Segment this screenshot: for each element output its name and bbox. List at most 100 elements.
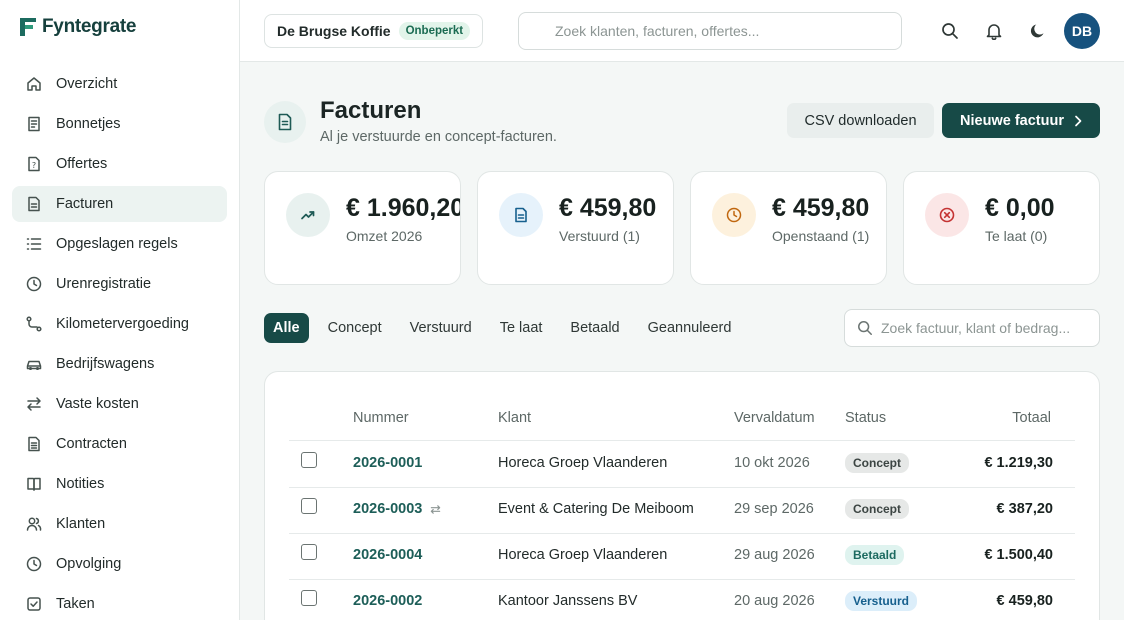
- table-row[interactable]: 2026-0004 Horeca Groep Vlaanderen 29 aug 2…: [265, 533, 1101, 579]
- invoice-total: € 1.500,40: [984, 547, 1053, 563]
- new-invoice-label: Nieuwe factuur: [960, 112, 1064, 129]
- brand-name: Fyntegrate: [42, 16, 137, 37]
- checkbox-icon: [26, 596, 42, 612]
- filter-tab-betaald[interactable]: Betaald: [561, 313, 628, 343]
- sidebar-item-opgeslagen-regels[interactable]: Opgeslagen regels: [12, 226, 227, 262]
- dark-mode-moon-icon[interactable]: [1029, 22, 1047, 40]
- sidebar-item-label: Bonnetjes: [56, 116, 121, 132]
- due-date: 29 aug 2026: [734, 547, 815, 563]
- table-row[interactable]: 2026-0002 Kantoor Janssens BV 20 aug 2026 V…: [265, 579, 1101, 620]
- client-name: Horeca Groep Vlaanderen: [498, 547, 668, 563]
- status-badge: Betaald: [845, 545, 905, 565]
- clock-icon: [26, 276, 42, 292]
- column-header-klant[interactable]: Klant: [498, 410, 531, 426]
- column-header-status[interactable]: Status: [845, 410, 886, 426]
- sidebar-item-notities[interactable]: Notities: [12, 466, 227, 502]
- organization-switcher[interactable]: De Brugse Koffie Onbeperkt: [264, 14, 484, 48]
- stat-caption: Omzet 2026: [346, 228, 423, 244]
- column-header-vervaldatum[interactable]: Vervaldatum: [734, 410, 815, 426]
- due-date: 29 sep 2026: [734, 501, 814, 517]
- row-checkbox[interactable]: [301, 544, 317, 560]
- invoice-number-link[interactable]: 2026-0003: [353, 501, 441, 517]
- invoice-search-input[interactable]: [844, 309, 1100, 347]
- car-icon: [26, 356, 42, 372]
- bell-icon[interactable]: [985, 22, 1003, 40]
- sidebar-item-label: Notities: [56, 476, 105, 492]
- chevron-right-icon: [1075, 115, 1082, 126]
- sidebar-item-urenregistratie[interactable]: Urenregistratie: [12, 266, 227, 302]
- sidebar-item-bedrijfswagens[interactable]: Bedrijfswagens: [12, 346, 227, 382]
- sidebar-item-opvolging[interactable]: Opvolging: [12, 546, 227, 582]
- invoice-table: Nummer Klant Vervaldatum Status Totaal 2…: [264, 371, 1100, 620]
- client-name: Kantoor Janssens BV: [498, 593, 638, 609]
- sidebar-item-label: Vaste kosten: [56, 396, 139, 412]
- filter-tab-verstuurd[interactable]: Verstuurd: [401, 313, 481, 343]
- sidebar: Fyntegrate Overzicht Bonnetjes ? Offertes Fa…: [0, 0, 240, 620]
- invoice-number-link[interactable]: 2026-0004: [353, 547, 422, 563]
- stat-card: € 1.960,20 Omzet 2026: [264, 171, 461, 285]
- stat-card: € 459,80 Openstaand (1): [690, 171, 887, 285]
- new-invoice-button[interactable]: Nieuwe factuur: [942, 103, 1100, 138]
- sidebar-item-taken[interactable]: Taken: [12, 586, 227, 620]
- svg-text:?: ?: [32, 161, 36, 170]
- global-search-input[interactable]: [518, 12, 902, 50]
- invoice-total: € 1.219,30: [984, 455, 1053, 471]
- page-subtitle: Al je verstuurde en concept-facturen.: [320, 129, 557, 145]
- invoice-number: 2026-0004: [353, 547, 423, 563]
- column-header-totaal[interactable]: Totaal: [1012, 410, 1051, 426]
- table-row[interactable]: 2026-0001 Horeca Groep Vlaanderen 10 okt 2…: [265, 441, 1101, 487]
- x-circle-icon: [925, 193, 969, 237]
- trend-up-icon: [286, 193, 330, 237]
- row-checkbox[interactable]: [301, 452, 317, 468]
- sidebar-item-facturen[interactable]: Facturen: [12, 186, 227, 222]
- sidebar-item-label: Contracten: [56, 436, 127, 452]
- swap-icon: [26, 396, 42, 412]
- clock-icon: [26, 556, 42, 572]
- sidebar-item-kilometervergoeding[interactable]: Kilometervergoeding: [12, 306, 227, 342]
- filter-tab-concept[interactable]: Concept: [319, 313, 391, 343]
- brand-logo[interactable]: Fyntegrate: [17, 16, 136, 38]
- filter-tab-te-laat[interactable]: Te laat: [491, 313, 552, 343]
- sidebar-item-bonnetjes[interactable]: Bonnetjes: [12, 106, 227, 142]
- invoice-number: 2026-0003: [353, 501, 423, 517]
- stat-caption: Verstuurd (1): [559, 228, 640, 244]
- receipt-icon: [26, 116, 42, 132]
- list-icon: [26, 236, 42, 252]
- filter-tab-alle[interactable]: Alle: [264, 313, 309, 343]
- topbar: De Brugse Koffie Onbeperkt DB: [240, 0, 1124, 62]
- invoice-total: € 459,80: [996, 593, 1053, 609]
- filter-tab-geannuleerd[interactable]: Geannuleerd: [639, 313, 741, 343]
- sidebar-item-vaste-kosten[interactable]: Vaste kosten: [12, 386, 227, 422]
- sidebar-item-label: Klanten: [56, 516, 106, 532]
- clock-icon: [712, 193, 756, 237]
- table-row[interactable]: 2026-0003 Event & Catering De Meiboom 29 s…: [265, 487, 1101, 533]
- sidebar-item-label: Taken: [56, 596, 95, 612]
- status-filter-tabs: Alle Concept Verstuurd Te laat Betaald Geannu…: [264, 313, 750, 343]
- user-avatar[interactable]: DB: [1064, 13, 1100, 49]
- client-name: Event & Catering De Meiboom: [498, 501, 694, 517]
- invoice-number-link[interactable]: 2026-0001: [353, 455, 422, 471]
- quote-icon: ?: [26, 156, 42, 172]
- home-icon: [26, 76, 42, 92]
- row-checkbox[interactable]: [301, 590, 317, 606]
- stat-caption: Openstaand (1): [772, 228, 870, 244]
- sidebar-item-label: Facturen: [56, 196, 114, 212]
- search-icon: [857, 320, 873, 336]
- stat-value: € 0,00: [985, 194, 1055, 222]
- fyntegrate-logo-icon: [20, 18, 36, 36]
- stat-value: € 459,80: [559, 194, 657, 222]
- sidebar-item-label: Bedrijfswagens: [56, 356, 155, 372]
- due-date: 20 aug 2026: [734, 593, 815, 609]
- column-header-nummer[interactable]: Nummer: [353, 410, 409, 426]
- sidebar-item-contracten[interactable]: Contracten: [12, 426, 227, 462]
- sidebar-item-overzicht[interactable]: Overzicht: [12, 66, 227, 102]
- csv-download-button[interactable]: CSV downloaden: [787, 103, 934, 138]
- row-checkbox[interactable]: [301, 498, 317, 514]
- search-icon[interactable]: [941, 22, 959, 40]
- invoice-number-link[interactable]: 2026-0002: [353, 593, 422, 609]
- stat-value: € 1.960,20: [346, 194, 461, 222]
- sidebar-item-offertes[interactable]: ? Offertes: [12, 146, 227, 182]
- route-icon: [26, 316, 42, 332]
- sidebar-item-klanten[interactable]: Klanten: [12, 506, 227, 542]
- invoice-icon: [264, 101, 306, 143]
